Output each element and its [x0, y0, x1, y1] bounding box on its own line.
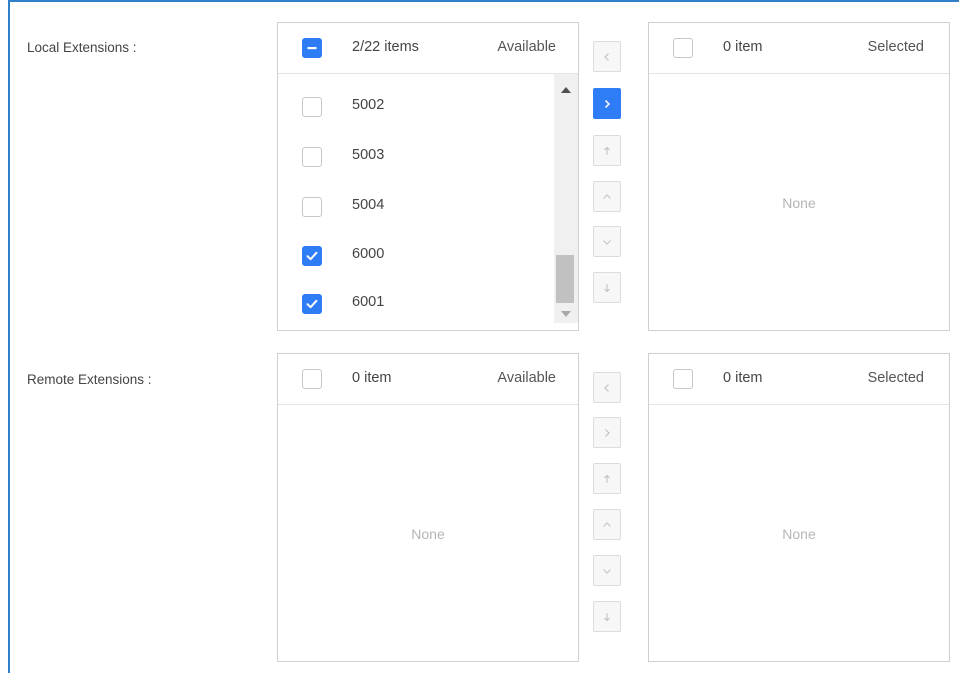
local-available-header: 2/22 items Available	[278, 23, 578, 74]
list-item-5002[interactable]: 5002	[278, 86, 554, 126]
item-label-6001: 6001	[352, 294, 385, 310]
item-checkbox-5003[interactable]	[302, 147, 322, 167]
local-available-panel: 2/22 items Available 5002 5003 5004 6000…	[277, 22, 579, 331]
remote-selected-panel: 0 item Selected None	[648, 353, 950, 662]
chevron-right-icon	[605, 428, 610, 437]
arrow-down-icon	[604, 283, 610, 292]
remote-available-select-all-checkbox[interactable]	[302, 369, 322, 389]
remote-available-title: Available	[497, 370, 556, 386]
remote-available-panel: 0 item Available None	[277, 353, 579, 662]
remote-move-right-button[interactable]	[593, 417, 621, 448]
arrow-up-icon	[604, 474, 610, 483]
list-item-6000[interactable]: 6000	[278, 235, 554, 275]
checkmark-icon	[306, 299, 318, 309]
local-move-top-button[interactable]	[593, 135, 621, 166]
remote-selected-empty-text: None	[782, 526, 816, 542]
minus-icon	[307, 47, 317, 50]
item-label-5003: 5003	[352, 147, 385, 163]
remote-selected-count: 0 item	[723, 370, 763, 386]
scroll-up-arrow-icon[interactable]	[554, 82, 578, 98]
chevron-up-icon	[603, 193, 611, 199]
local-selected-title: Selected	[867, 39, 924, 55]
remote-move-top-button[interactable]	[593, 463, 621, 494]
local-move-left-button[interactable]	[593, 41, 621, 72]
scrollbar-thumb[interactable]	[556, 255, 574, 303]
item-checkbox-5002[interactable]	[302, 97, 322, 117]
local-available-select-all-checkbox[interactable]	[302, 38, 322, 58]
scroll-down-arrow-icon[interactable]	[554, 306, 578, 322]
remote-available-header: 0 item Available	[278, 354, 578, 405]
checkmark-icon	[306, 251, 318, 261]
local-move-up-button[interactable]	[593, 181, 621, 212]
list-item-5004[interactable]: 5004	[278, 186, 554, 226]
remote-available-count: 0 item	[352, 370, 392, 386]
local-extensions-label: Local Extensions :	[27, 40, 137, 55]
local-selected-header: 0 item Selected	[649, 23, 949, 74]
local-move-bottom-button[interactable]	[593, 272, 621, 303]
arrow-up-icon	[604, 146, 610, 155]
remote-move-down-button[interactable]	[593, 555, 621, 586]
remote-selected-select-all-checkbox[interactable]	[673, 369, 693, 389]
remote-move-bottom-button[interactable]	[593, 601, 621, 632]
local-available-count: 2/22 items	[352, 39, 419, 55]
local-move-right-button[interactable]	[593, 88, 621, 119]
remote-available-empty-text: None	[411, 526, 445, 542]
local-selected-empty-text: None	[782, 195, 816, 211]
chevron-right-icon	[604, 99, 611, 108]
chevron-left-icon	[604, 383, 609, 392]
item-checkbox-6000[interactable]	[302, 246, 322, 266]
item-label-5004: 5004	[352, 197, 385, 213]
remote-move-up-button[interactable]	[593, 509, 621, 540]
remote-selected-header: 0 item Selected	[649, 354, 949, 405]
chevron-down-icon	[603, 239, 611, 245]
item-label-6000: 6000	[352, 246, 385, 262]
chevron-down-icon	[603, 568, 611, 574]
local-move-down-button[interactable]	[593, 226, 621, 257]
local-selected-panel: 0 item Selected None	[648, 22, 950, 331]
local-available-title: Available	[497, 39, 556, 55]
remote-move-left-button[interactable]	[593, 372, 621, 403]
list-item-5003[interactable]: 5003	[278, 136, 554, 176]
item-checkbox-6001[interactable]	[302, 294, 322, 314]
item-checkbox-5004[interactable]	[302, 197, 322, 217]
remote-selected-title: Selected	[867, 370, 924, 386]
arrow-down-icon	[604, 612, 610, 621]
list-item-6001[interactable]: 6001	[278, 283, 554, 323]
chevron-left-icon	[604, 52, 609, 61]
local-selected-select-all-checkbox[interactable]	[673, 38, 693, 58]
remote-extensions-label: Remote Extensions :	[27, 372, 152, 387]
chevron-up-icon	[603, 521, 611, 527]
local-selected-count: 0 item	[723, 39, 763, 55]
local-available-scrollbar[interactable]	[554, 74, 578, 323]
item-label-5002: 5002	[352, 97, 385, 113]
